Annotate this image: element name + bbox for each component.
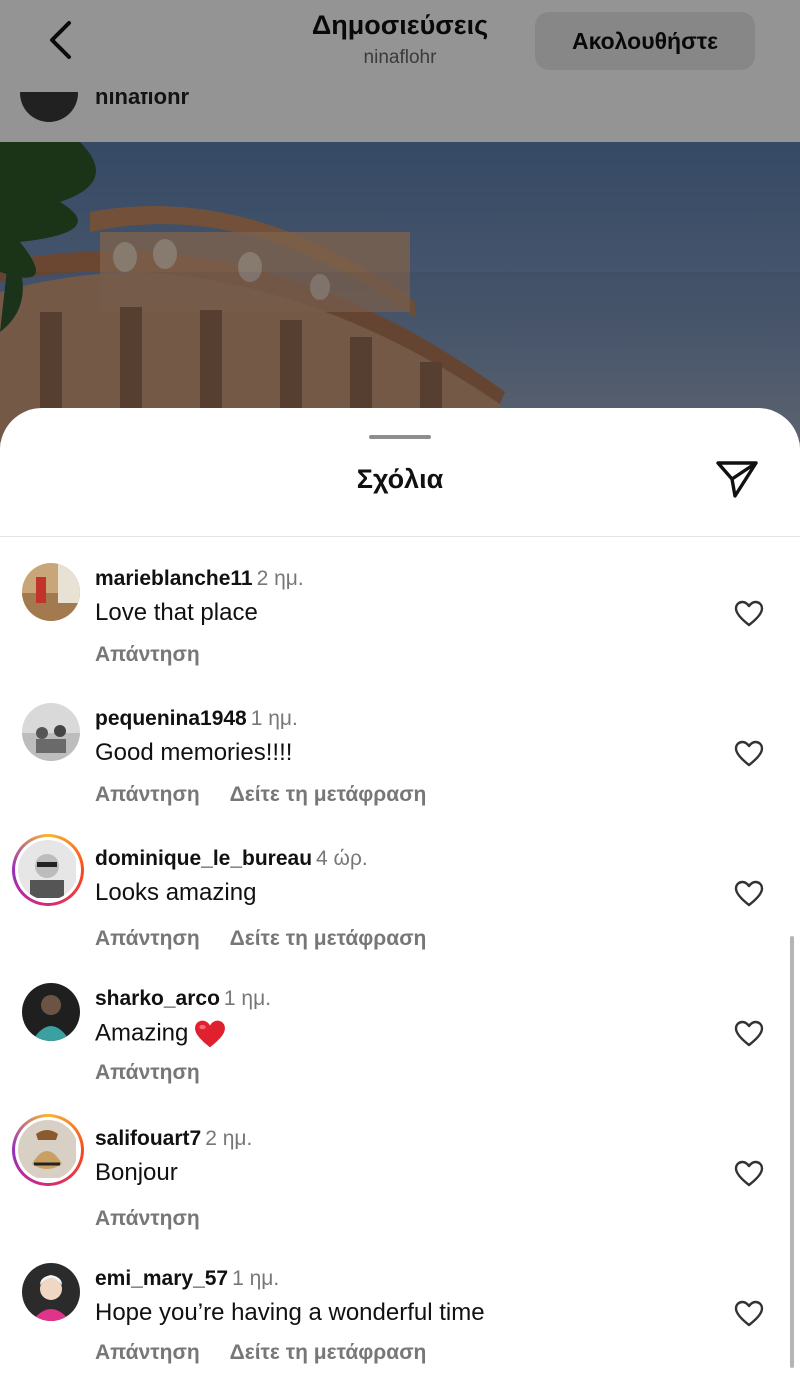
- comment-avatar[interactable]: [22, 703, 80, 761]
- comment-actions: Απάντηση: [95, 1061, 230, 1085]
- comment-text: Hope you’re having a wonderful time: [95, 1299, 485, 1326]
- comment-username[interactable]: dominique_le_bureau: [95, 847, 312, 870]
- heart-outline-icon: [734, 1020, 764, 1046]
- comment-actions: Απάντηση Δείτε τη μετάφραση: [95, 927, 456, 951]
- avatar-photo: [22, 983, 80, 1041]
- comment-meta: sharko_arco 1 ημ.: [95, 987, 271, 1011]
- comment-item: sharko_arco 1 ημ. Amazing Απάντηση: [0, 983, 800, 1113]
- sheet-title: Σχόλια: [356, 464, 444, 494]
- comment-text: Love that place: [95, 599, 258, 626]
- avatar-photo: [22, 1263, 80, 1321]
- sheet-grabber-handle[interactable]: [369, 435, 431, 439]
- see-translation-button[interactable]: Δείτε τη μετάφραση: [230, 927, 427, 950]
- paper-plane-icon: [716, 461, 758, 498]
- comment-meta: salifouart7 2 ημ.: [95, 1127, 252, 1151]
- see-translation-button[interactable]: Δείτε τη μετάφραση: [230, 1341, 427, 1364]
- comment-item: marieblanche11 2 ημ. Love that place Απάν…: [0, 563, 800, 693]
- comment-avatar-story-ring[interactable]: [12, 834, 84, 906]
- comment-text: Amazing: [95, 1019, 226, 1049]
- reply-button[interactable]: Απάντηση: [95, 927, 200, 950]
- comment-text: Bonjour: [95, 1159, 178, 1186]
- like-button[interactable]: [732, 597, 766, 629]
- like-button[interactable]: [732, 737, 766, 769]
- heart-outline-icon: [734, 600, 764, 626]
- comment-meta: pequenina1948 1 ημ.: [95, 707, 298, 731]
- reply-button[interactable]: Απάντηση: [95, 1061, 200, 1084]
- comment-username[interactable]: sharko_arco: [95, 987, 220, 1010]
- comments-sheet: Σχόλια marieblanche11 2 ημ. Love that pla…: [0, 408, 800, 1385]
- reply-button[interactable]: Απάντηση: [95, 1341, 200, 1364]
- comment-item: emi_mary_57 1 ημ. Hope you’re having a wo…: [0, 1263, 800, 1385]
- see-translation-button[interactable]: Δείτε τη μετάφραση: [230, 783, 427, 806]
- comment-time: 2 ημ.: [256, 567, 304, 590]
- share-button[interactable]: [712, 456, 762, 502]
- comment-avatar[interactable]: [22, 1263, 80, 1321]
- reply-button[interactable]: Απάντηση: [95, 783, 200, 806]
- comment-time: 1 ημ.: [232, 1267, 280, 1290]
- reply-button[interactable]: Απάντηση: [95, 643, 200, 666]
- comment-item: salifouart7 2 ημ. Bonjour Απάντηση: [0, 1114, 800, 1253]
- comment-actions: Απάντηση Δείτε τη μετάφραση: [95, 1341, 456, 1365]
- like-button[interactable]: [732, 1017, 766, 1049]
- comment-avatar-story-ring[interactable]: [12, 1114, 84, 1186]
- comments-scrollbar[interactable]: [790, 936, 794, 1368]
- comment-actions: Απάντηση: [95, 643, 230, 667]
- heart-outline-icon: [734, 1160, 764, 1186]
- comment-meta: marieblanche11 2 ημ.: [95, 567, 304, 591]
- avatar-photo: [22, 703, 80, 761]
- comment-text: Looks amazing: [95, 879, 257, 906]
- avatar-photo: [22, 563, 80, 621]
- comment-item: dominique_le_bureau 4 ώρ. Looks amazing Α…: [0, 834, 800, 973]
- comment-meta: emi_mary_57 1 ημ.: [95, 1267, 279, 1291]
- red-heart-emoji: [195, 1020, 226, 1048]
- like-button[interactable]: [732, 1157, 766, 1189]
- heart-outline-icon: [734, 1300, 764, 1326]
- comment-username[interactable]: salifouart7: [95, 1127, 201, 1150]
- comment-time: 2 ημ.: [205, 1127, 253, 1150]
- sheet-divider: [0, 536, 800, 537]
- like-button[interactable]: [732, 1297, 766, 1329]
- comment-avatar[interactable]: [22, 563, 80, 621]
- avatar-photo: [18, 1120, 76, 1178]
- comment-time: 1 ημ.: [223, 987, 272, 1010]
- comment-text: Good memories!!!!: [95, 739, 293, 766]
- avatar-photo: [18, 840, 76, 898]
- comment-username[interactable]: marieblanche11: [95, 567, 253, 590]
- comment-avatar[interactable]: [22, 983, 80, 1041]
- comment-time: 1 ημ.: [250, 707, 298, 730]
- comment-actions: Απάντηση: [95, 1207, 230, 1231]
- comment-username[interactable]: emi_mary_57: [95, 1267, 228, 1290]
- comment-actions: Απάντηση Δείτε τη μετάφραση: [95, 783, 456, 807]
- reply-button[interactable]: Απάντηση: [95, 1207, 200, 1230]
- comment-text-content: Amazing: [95, 1019, 189, 1047]
- like-button[interactable]: [732, 877, 766, 909]
- heart-outline-icon: [734, 740, 764, 766]
- comment-meta: dominique_le_bureau 4 ώρ.: [95, 847, 368, 871]
- comment-time: 4 ώρ.: [316, 847, 368, 870]
- comment-username[interactable]: pequenina1948: [95, 707, 247, 730]
- heart-outline-icon: [734, 880, 764, 906]
- comment-item: pequenina1948 1 ημ. Good memories!!!! Απά…: [0, 703, 800, 833]
